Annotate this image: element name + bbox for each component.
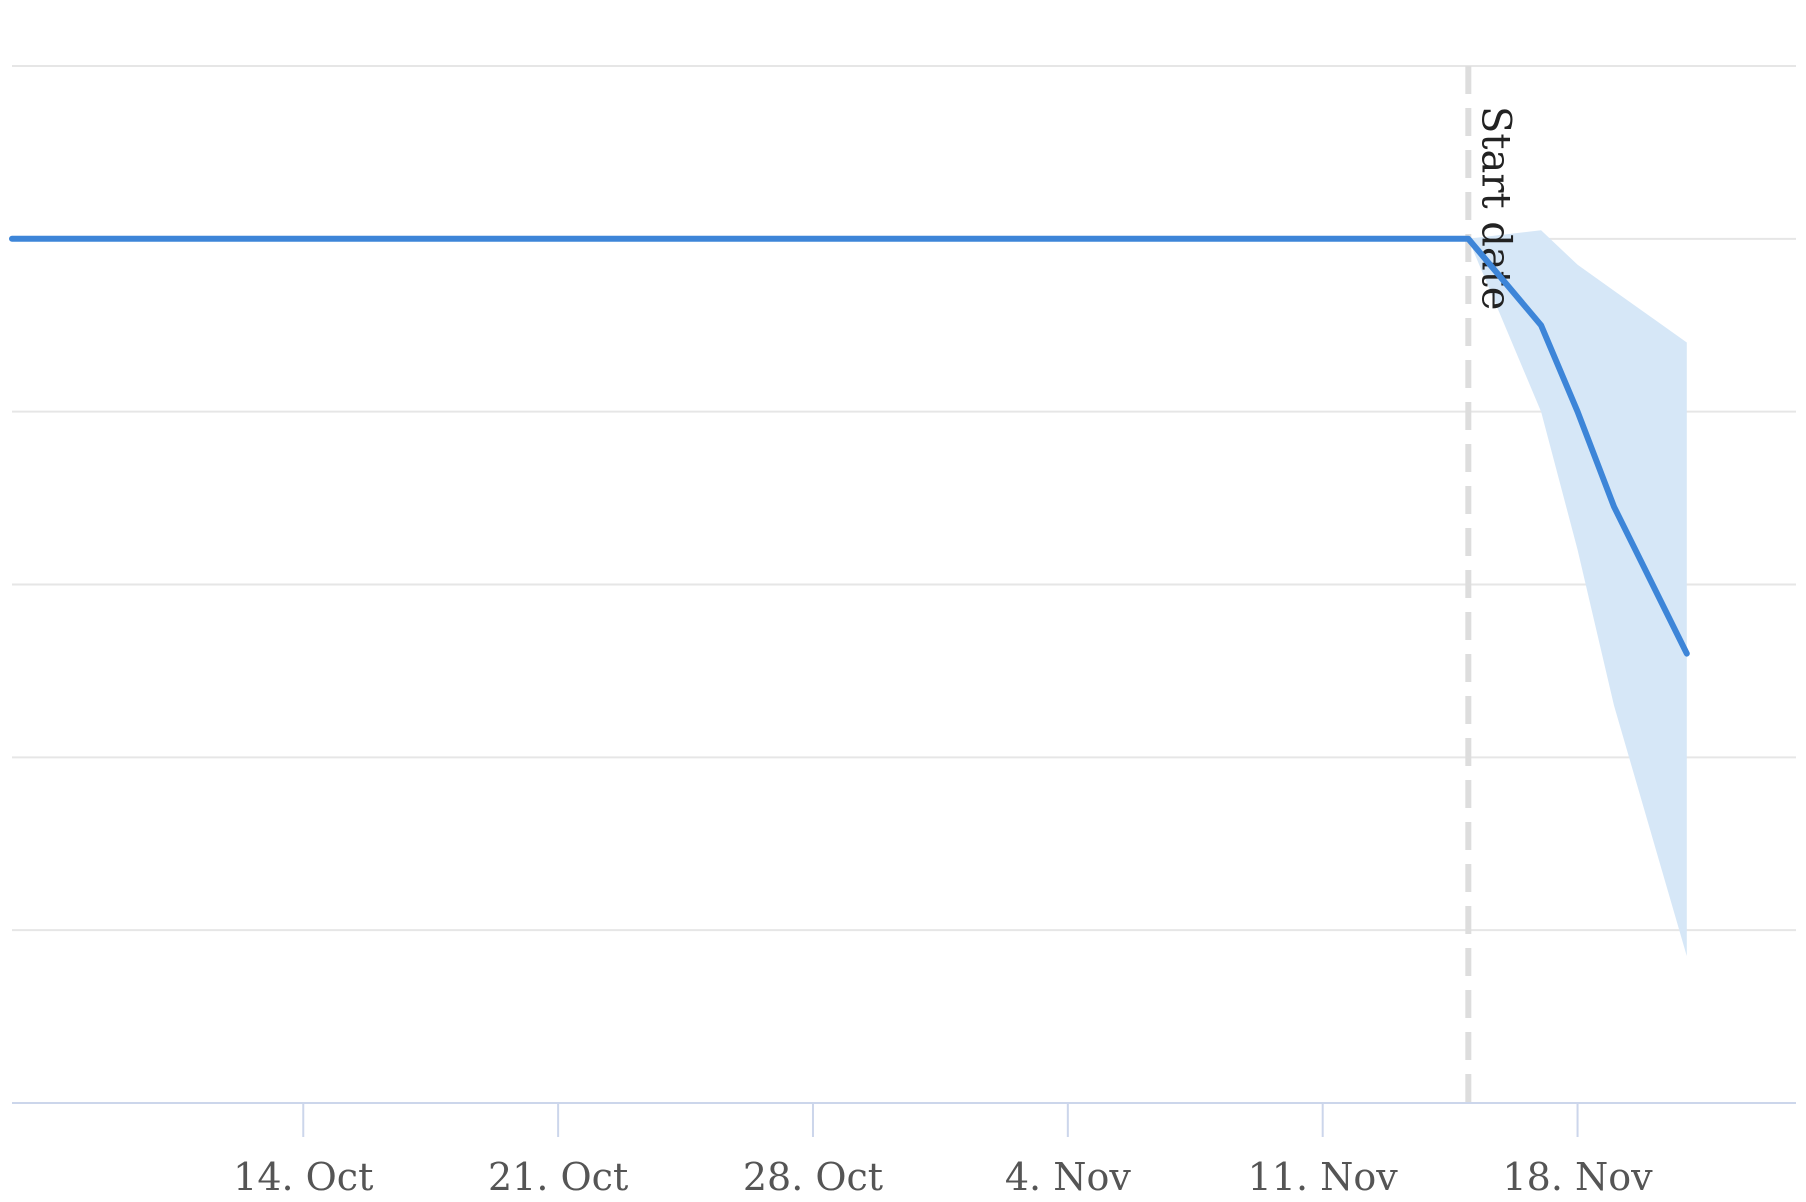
x-tick-label-0: 14. Oct [233,1155,373,1199]
chart-container: Start date 14. Oct 21. Oct 28. Oct 4. Nov 11… [0,0,1806,1202]
forecast-chart: Start date 14. Oct 21. Oct 28. Oct 4. Nov 11… [9,65,1796,1199]
x-tick-label-3: 4. Nov [1005,1155,1131,1199]
gridlines [12,65,1796,932]
x-tick-label-1: 21. Oct [488,1155,628,1199]
x-axis: 14. Oct 21. Oct 28. Oct 4. Nov 11. Nov 18. No… [12,1102,1796,1199]
forecast-line [9,235,1690,657]
series-layer [9,235,1690,657]
x-tick-label-2: 28. Oct [743,1155,883,1199]
x-tick-label-5: 18. Nov [1502,1155,1653,1199]
x-tick-label-4: 11. Nov [1248,1155,1399,1199]
start-date-label: Start date [1472,106,1518,310]
